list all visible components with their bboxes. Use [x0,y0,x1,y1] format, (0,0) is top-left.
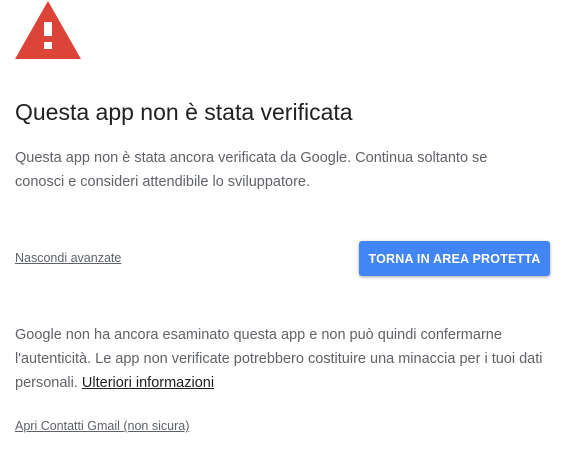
learn-more-link[interactable]: Ulteriori informazioni [82,375,214,391]
warning-description: Questa app non è stata ancora verificata… [15,150,488,190]
advanced-details: Google non ha ancora esaminato questa ap… [15,323,555,395]
proceed-unsafe-link[interactable]: Apri Contatti Gmail (non sicura) [15,419,189,433]
page-title: Questa app non è stata verificata [15,99,353,125]
warning-triangle-icon [15,1,81,59]
back-to-safety-button[interactable]: TORNA IN AREA PROTETTA [359,241,550,276]
hide-advanced-link[interactable]: Nascondi avanzate [15,251,121,265]
